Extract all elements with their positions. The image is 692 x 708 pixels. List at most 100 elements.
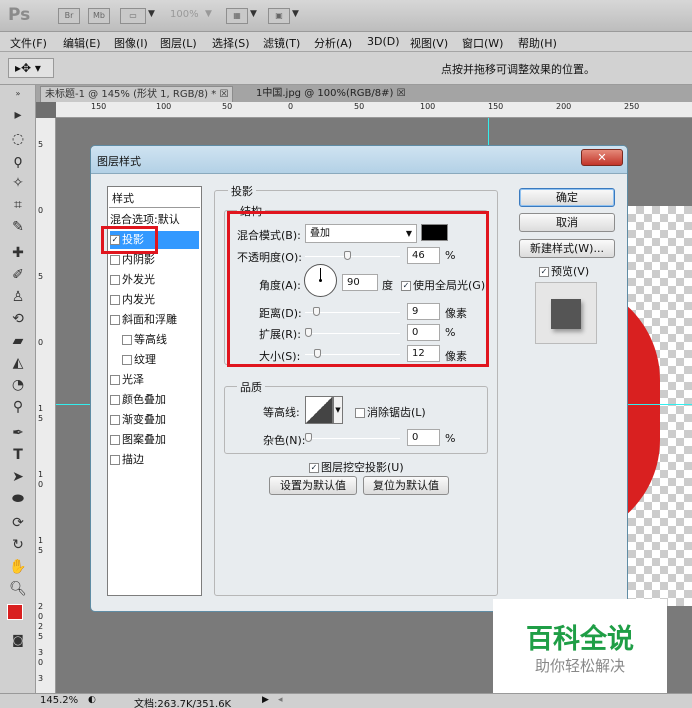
- noise-slider[interactable]: [305, 438, 400, 439]
- chevron-down-icon[interactable]: ▼: [250, 9, 257, 19]
- type-tool-icon[interactable]: T: [9, 447, 27, 463]
- noise-input[interactable]: 0: [407, 429, 440, 446]
- ruler-tick-label: 2: [38, 602, 44, 611]
- ok-button[interactable]: 确定: [519, 188, 615, 207]
- dialog-title-bar[interactable]: 图层样式 ✕: [91, 146, 627, 174]
- new-style-button[interactable]: 新建样式(W)...: [519, 239, 615, 258]
- paint-bucket-tool-icon[interactable]: ◭: [9, 355, 27, 371]
- chevron-down-icon[interactable]: ▼: [205, 9, 212, 19]
- style-item-color-overlay[interactable]: 颜色叠加: [110, 391, 199, 409]
- history-brush-tool-icon[interactable]: ⟲: [9, 311, 27, 327]
- menu-3d[interactable]: 3D(D): [367, 35, 400, 48]
- move-tool-preset-icon[interactable]: ▸✥ ▾: [8, 58, 54, 78]
- watermark-title: 百科全说: [526, 624, 634, 655]
- status-info-icon[interactable]: ◐: [88, 695, 96, 705]
- shape-tool-icon[interactable]: ⬬: [9, 491, 27, 507]
- foreground-color-swatch[interactable]: [7, 604, 23, 620]
- panel-collapse-icon[interactable]: »: [9, 89, 27, 98]
- checkbox-knockout[interactable]: ✓: [309, 463, 319, 473]
- menu-help[interactable]: 帮助(H): [518, 35, 557, 51]
- hand-tool-icon[interactable]: ✋: [9, 559, 27, 575]
- menu-layer[interactable]: 图层(L): [160, 35, 197, 51]
- checkbox-pattern-overlay[interactable]: [110, 435, 120, 445]
- style-item-label: 外发光: [122, 273, 155, 286]
- ruler-tick-label: 5: [38, 272, 44, 281]
- cancel-button[interactable]: 取消: [519, 213, 615, 232]
- style-item-label: 光泽: [122, 373, 144, 386]
- tab-untitled-1[interactable]: 未标题-1 @ 145% (形状 1, RGB/8) * ☒: [40, 86, 234, 102]
- eraser-tool-icon[interactable]: ▰: [9, 333, 27, 349]
- menu-view[interactable]: 视图(V): [410, 35, 448, 51]
- checkbox-contour[interactable]: [122, 335, 132, 345]
- checkbox-gradient-overlay[interactable]: [110, 415, 120, 425]
- status-menu-arrow-icon[interactable]: ▶: [262, 695, 269, 705]
- checkbox-stroke[interactable]: [110, 455, 120, 465]
- checkbox-preview[interactable]: ✓: [539, 267, 549, 277]
- style-item-contour[interactable]: 等高线: [122, 331, 199, 349]
- reset-default-button[interactable]: 复位为默认值: [363, 476, 449, 495]
- magic-wand-tool-icon[interactable]: ✧: [9, 175, 27, 191]
- make-default-button[interactable]: 设置为默认值: [269, 476, 357, 495]
- options-bar: ▸✥ ▾ 点按并拖移可调整效果的位置。: [0, 52, 692, 85]
- lasso-tool-icon[interactable]: ϙ: [9, 153, 27, 169]
- zoom-level[interactable]: 145.2%: [40, 695, 78, 706]
- marquee-tool-icon[interactable]: ◌: [9, 131, 27, 147]
- checkbox-color-overlay[interactable]: [110, 395, 120, 405]
- style-item-label: 描边: [122, 453, 144, 466]
- 3d-rotate-tool-icon[interactable]: ⟳: [9, 515, 27, 531]
- quick-mask-icon[interactable]: ◙: [9, 633, 27, 647]
- menu-analysis[interactable]: 分析(A): [314, 35, 352, 51]
- menu-window[interactable]: 窗口(W): [462, 35, 503, 51]
- pen-tool-icon[interactable]: ✒: [9, 425, 27, 441]
- scroll-left-icon[interactable]: ◂: [278, 695, 283, 705]
- chevron-down-icon[interactable]: ▼: [148, 9, 155, 19]
- move-tool-icon[interactable]: ▸: [9, 107, 27, 123]
- style-item-outer-glow[interactable]: 外发光: [110, 271, 199, 289]
- style-item-texture[interactable]: 纹理: [122, 351, 199, 369]
- arrange-documents-icon[interactable]: ▦: [226, 8, 248, 24]
- checkbox-bevel-emboss[interactable]: [110, 315, 120, 325]
- style-item-bevel-emboss[interactable]: 斜面和浮雕: [110, 311, 199, 329]
- ruler-horizontal: 150 100 50 0 50 100 150 200 250: [56, 102, 692, 118]
- style-item-stroke[interactable]: 描边: [110, 451, 199, 469]
- noise-slider-thumb[interactable]: [305, 433, 312, 442]
- anti-aliased[interactable]: 消除锯齿(L): [355, 404, 426, 420]
- healing-brush-tool-icon[interactable]: ✚: [9, 245, 27, 261]
- zoom-dropdown[interactable]: 100%: [170, 9, 199, 20]
- brush-tool-icon[interactable]: ✐: [9, 267, 27, 283]
- menu-image[interactable]: 图像(I): [114, 35, 148, 51]
- close-button[interactable]: ✕: [581, 149, 623, 166]
- menu-filter[interactable]: 滤镜(T): [263, 35, 300, 51]
- layer-knocks-out-shadow[interactable]: ✓ 图层挖空投影(U): [309, 459, 404, 475]
- checkbox-anti-aliased[interactable]: [355, 408, 365, 418]
- menu-select[interactable]: 选择(S): [212, 35, 250, 51]
- checkbox-outer-glow[interactable]: [110, 275, 120, 285]
- zoom-tool-icon[interactable]: 🔍︎: [9, 581, 27, 597]
- preview-toggle[interactable]: ✓ 预览(V): [539, 263, 589, 279]
- style-item-gradient-overlay[interactable]: 渐变叠加: [110, 411, 199, 429]
- crop-tool-icon[interactable]: ⌗: [9, 197, 27, 213]
- screen-mode-icon[interactable]: ▣: [268, 8, 290, 24]
- checkbox-satin[interactable]: [110, 375, 120, 385]
- view-extras-icon[interactable]: ▭: [120, 8, 146, 24]
- checkbox-inner-glow[interactable]: [110, 295, 120, 305]
- chevron-down-icon[interactable]: ▼: [333, 396, 343, 424]
- clone-stamp-tool-icon[interactable]: ♙: [9, 289, 27, 305]
- style-item-satin[interactable]: 光泽: [110, 371, 199, 389]
- dodge-tool-icon[interactable]: ⚲: [9, 399, 27, 415]
- blur-tool-icon[interactable]: ◔: [9, 377, 27, 393]
- menu-file[interactable]: 文件(F): [10, 35, 47, 51]
- tab-china-jpg[interactable]: 1中国.jpg @ 100%(RGB/8#) ☒: [252, 86, 410, 102]
- menu-edit[interactable]: 编辑(E): [63, 35, 101, 51]
- style-item-inner-glow[interactable]: 内发光: [110, 291, 199, 309]
- checkbox-inner-shadow[interactable]: [110, 255, 120, 265]
- chevron-down-icon[interactable]: ▼: [292, 9, 299, 19]
- contour-picker[interactable]: [305, 396, 333, 424]
- checkbox-texture[interactable]: [122, 355, 132, 365]
- path-selection-tool-icon[interactable]: ➤: [9, 469, 27, 485]
- style-item-pattern-overlay[interactable]: 图案叠加: [110, 431, 199, 449]
- bridge-icon[interactable]: Br: [58, 8, 80, 24]
- eyedropper-tool-icon[interactable]: ✎: [9, 219, 27, 235]
- mini-bridge-icon[interactable]: Mb: [88, 8, 110, 24]
- 3d-orbit-tool-icon[interactable]: ↻: [9, 537, 27, 553]
